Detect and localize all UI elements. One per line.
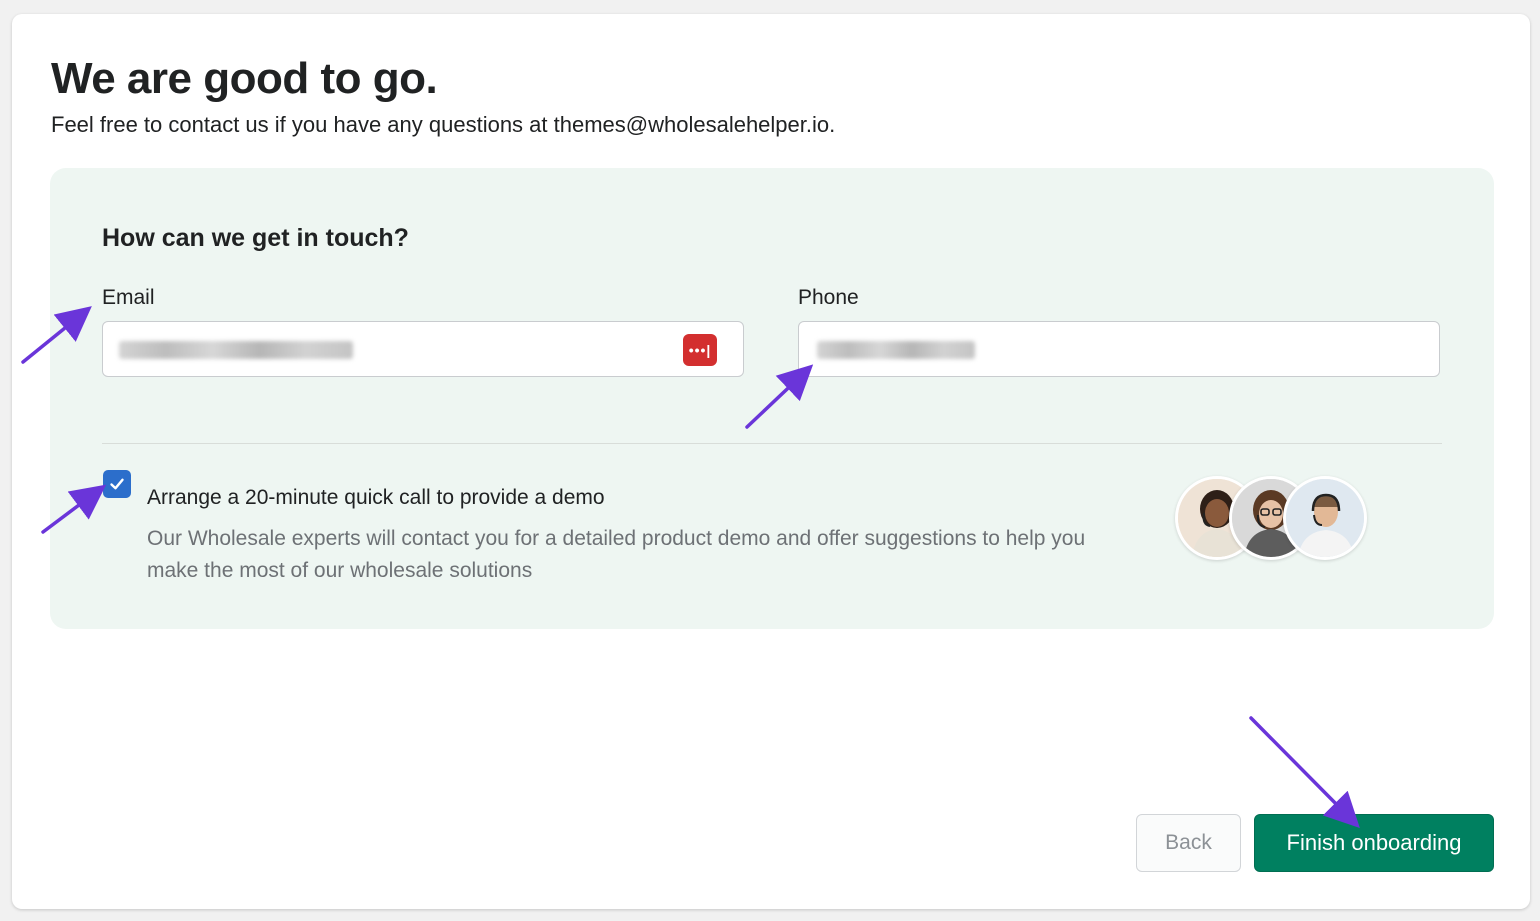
expert-avatar xyxy=(1283,476,1367,560)
demo-call-checkbox[interactable] xyxy=(103,470,131,498)
phone-field[interactable] xyxy=(798,321,1440,377)
password-manager-icon[interactable]: •••| xyxy=(683,334,717,366)
checkmark-icon xyxy=(110,478,124,490)
redacted-phone-value xyxy=(817,341,975,359)
onboarding-card: We are good to go. Feel free to contact … xyxy=(12,14,1530,909)
back-button[interactable]: Back xyxy=(1136,814,1241,872)
divider xyxy=(102,443,1442,444)
page-subtitle: Feel free to contact us if you have any … xyxy=(51,112,836,137)
email-label: Email xyxy=(102,286,155,309)
contact-heading: How can we get in touch? xyxy=(102,224,409,252)
email-field[interactable]: •••| xyxy=(102,321,744,377)
contact-panel: How can we get in touch? Email •••| Phon… xyxy=(50,168,1494,629)
demo-call-description: Our Wholesale experts will contact you f… xyxy=(147,527,1086,582)
phone-label: Phone xyxy=(798,286,859,309)
demo-call-label[interactable]: Arrange a 20-minute quick call to provid… xyxy=(147,486,605,510)
redacted-email-value xyxy=(119,341,353,359)
page-title: We are good to go. xyxy=(51,54,438,103)
expert-avatars xyxy=(1175,476,1375,566)
finish-onboarding-button[interactable]: Finish onboarding xyxy=(1254,814,1494,872)
